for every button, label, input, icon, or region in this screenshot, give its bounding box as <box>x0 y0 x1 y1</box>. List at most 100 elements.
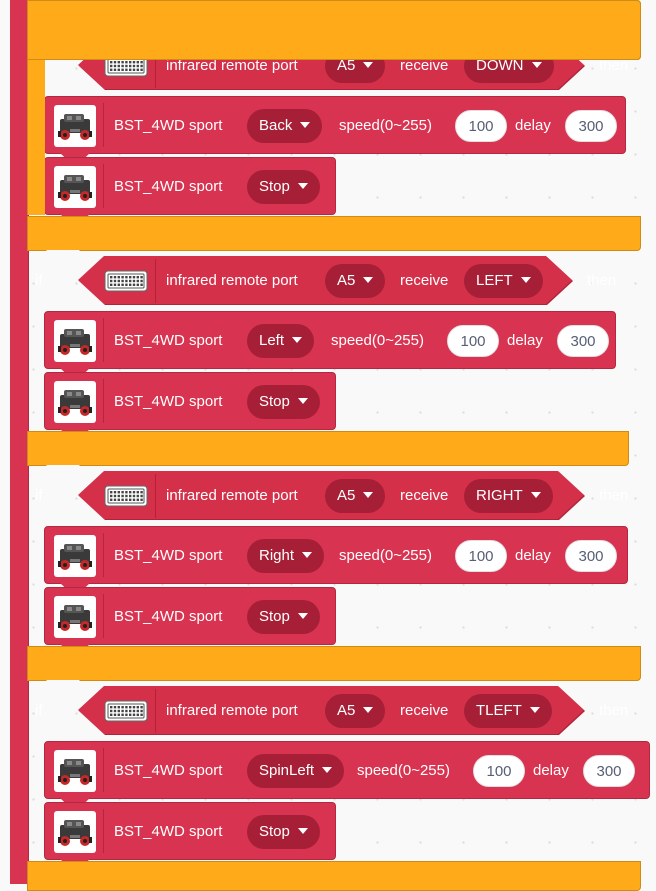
dropdown-caret-icon <box>292 337 303 343</box>
if-block-notch-3 <box>46 680 80 688</box>
condition-separator <box>155 259 156 303</box>
block-separator <box>103 103 104 147</box>
condition-separator <box>155 689 156 733</box>
sport-label: BST_4WD sport <box>114 178 223 195</box>
delay-input[interactable]: 300 <box>565 110 617 142</box>
port-value: A5 <box>337 487 356 504</box>
direction-value: Left <box>259 332 285 349</box>
remote-key-value: RIGHT <box>476 487 523 504</box>
infrared-remote-icon <box>104 269 148 293</box>
blocks-workspace[interactable]: ifinfrared remote portA5receiveDOWNthenB… <box>0 0 656 891</box>
stop-dropdown[interactable]: Stop <box>247 170 320 204</box>
speed-input[interactable]: 100 <box>473 755 525 787</box>
delay-input[interactable]: 300 <box>565 540 617 572</box>
if-block-notch-2 <box>46 465 80 473</box>
robot-car-icon <box>54 811 96 853</box>
speed-label: speed(0~255) <box>339 117 432 134</box>
condition-label: infrared remote port <box>166 702 298 719</box>
port-value: A5 <box>337 272 356 289</box>
delay-label: delay <box>515 547 551 564</box>
then-keyword: then <box>587 272 617 289</box>
remote-key-dropdown[interactable]: LEFT <box>464 264 543 298</box>
block-separator <box>103 379 104 423</box>
block-separator <box>103 809 104 853</box>
port-dropdown[interactable]: A5 <box>325 479 386 513</box>
dropdown-caret-icon <box>322 767 333 773</box>
stop-value: Stop <box>259 393 290 410</box>
speed-label: speed(0~255) <box>331 332 424 349</box>
port-dropdown[interactable]: A5 <box>325 694 386 728</box>
stop-value: Stop <box>259 823 290 840</box>
stop-dropdown[interactable]: Stop <box>247 815 320 849</box>
delay-label: delay <box>515 117 551 134</box>
sport-label: BST_4WD sport <box>114 762 223 779</box>
remote-key-value: LEFT <box>476 272 513 289</box>
dropdown-caret-icon <box>363 277 374 283</box>
direction-dropdown[interactable]: Right <box>247 539 325 573</box>
robot-car-icon <box>54 105 96 147</box>
delay-input[interactable]: 300 <box>583 755 635 787</box>
port-value: A5 <box>337 702 356 719</box>
sport-label: BST_4WD sport <box>114 117 223 134</box>
robot-car-icon <box>54 166 96 208</box>
block-separator <box>103 318 104 362</box>
block-separator <box>103 533 104 577</box>
direction-value: Right <box>259 547 295 564</box>
block-separator <box>103 164 104 208</box>
then-keyword: then <box>599 702 629 719</box>
dropdown-caret-icon <box>297 398 308 404</box>
if-keyword: if <box>35 272 43 289</box>
speed-input[interactable]: 100 <box>455 110 507 142</box>
sport-label: BST_4WD sport <box>114 608 223 625</box>
receive-label: receive <box>400 702 449 719</box>
infrared-remote-icon <box>104 699 148 723</box>
condition-label: infrared remote port <box>166 272 298 289</box>
direction-dropdown[interactable]: SpinLeft <box>247 754 345 788</box>
sport-label: BST_4WD sport <box>114 823 223 840</box>
dropdown-caret-icon <box>363 62 374 68</box>
delay-label: delay <box>533 762 569 779</box>
if-block-bottom-bar-0 <box>27 216 641 251</box>
robot-car-icon <box>54 381 96 423</box>
robot-car-icon <box>54 750 96 792</box>
port-dropdown[interactable]: A5 <box>325 264 386 298</box>
direction-dropdown[interactable]: Left <box>247 324 315 358</box>
dropdown-caret-icon <box>531 62 542 68</box>
remote-key-value: TLEFT <box>476 702 522 719</box>
delay-label: delay <box>507 332 543 349</box>
sport-label: BST_4WD sport <box>114 332 223 349</box>
receive-label: receive <box>400 487 449 504</box>
speed-input[interactable]: 100 <box>447 325 499 357</box>
sport-label: BST_4WD sport <box>114 393 223 410</box>
remote-key-dropdown[interactable]: RIGHT <box>464 479 553 513</box>
block-separator <box>103 748 104 792</box>
speed-input[interactable]: 100 <box>455 540 507 572</box>
dropdown-caret-icon <box>297 183 308 189</box>
robot-car-icon <box>54 535 96 577</box>
receive-label: receive <box>400 272 449 289</box>
stop-value: Stop <box>259 178 290 195</box>
then-keyword: then <box>599 487 629 504</box>
if-keyword: if <box>35 702 43 719</box>
remote-key-dropdown[interactable]: TLEFT <box>464 694 552 728</box>
direction-value: Back <box>259 117 293 134</box>
direction-dropdown[interactable]: Back <box>247 109 323 143</box>
dropdown-caret-icon <box>300 122 311 128</box>
if-block-bottom-bar-3 <box>27 861 641 891</box>
robot-car-icon <box>54 320 96 362</box>
condition-label: infrared remote port <box>166 487 298 504</box>
speed-label: speed(0~255) <box>357 762 450 779</box>
if-block-bottom-bar-1 <box>27 431 629 466</box>
direction-value: SpinLeft <box>259 762 315 779</box>
stop-dropdown[interactable]: Stop <box>247 385 320 419</box>
delay-input[interactable]: 300 <box>557 325 609 357</box>
if-block-header-3[interactable] <box>27 0 641 60</box>
robot-car-icon <box>54 596 96 638</box>
dropdown-caret-icon <box>363 492 374 498</box>
stop-value: Stop <box>259 608 290 625</box>
if-keyword: if <box>35 487 43 504</box>
dropdown-caret-icon <box>297 828 308 834</box>
if-block-bottom-bar-2 <box>27 646 641 681</box>
stop-dropdown[interactable]: Stop <box>247 600 320 634</box>
dropdown-caret-icon <box>302 552 313 558</box>
